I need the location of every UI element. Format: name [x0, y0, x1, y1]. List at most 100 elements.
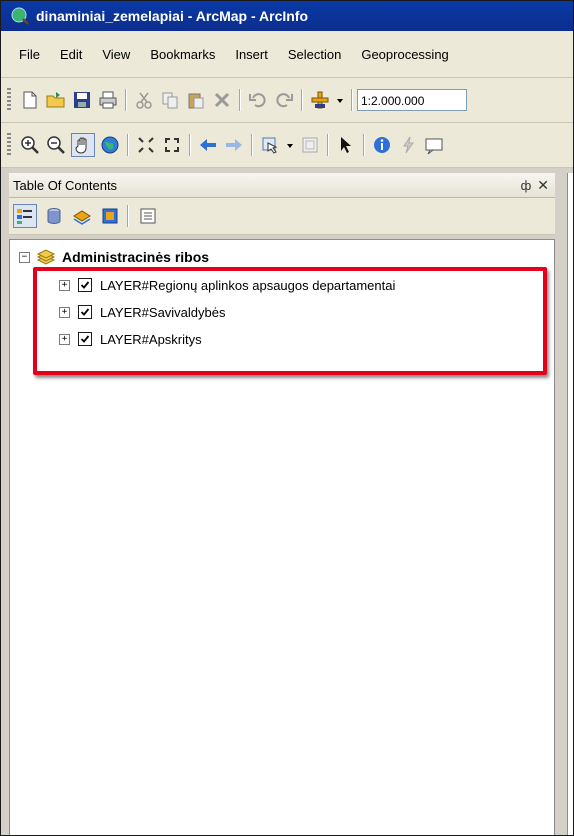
pan-button[interactable]: [71, 133, 95, 157]
popup-icon: [425, 138, 443, 155]
add-data-dropdown[interactable]: [335, 89, 345, 111]
toolbar-grip[interactable]: [7, 133, 11, 157]
lightning-icon: [403, 136, 414, 154]
layers-visibility-icon: [73, 210, 91, 225]
toolbar-separator: [251, 134, 253, 156]
arrow-right-icon: [226, 139, 242, 151]
collapse-toggle[interactable]: −: [19, 251, 30, 263]
title-bar: dinaminiai_zemelapiai - ArcMap - ArcInfo: [1, 1, 573, 31]
list-by-selection-icon: [102, 208, 118, 224]
new-document-button[interactable]: [19, 89, 41, 111]
pointer-arrow-icon: [341, 137, 351, 153]
database-icon: [47, 208, 61, 225]
standard-toolbar: 1:2.000.000: [1, 78, 573, 123]
zoom-out-button[interactable]: [45, 134, 67, 156]
print-button[interactable]: [97, 89, 119, 111]
options-button[interactable]: [137, 205, 159, 227]
list-by-selection-button[interactable]: [99, 205, 121, 227]
new-document-icon: [23, 91, 37, 109]
go-forward-button[interactable]: [223, 134, 245, 156]
window-title: dinaminiai_zemelapiai - ArcMap - ArcInfo: [36, 8, 309, 24]
menu-bookmarks[interactable]: Bookmarks: [140, 47, 225, 62]
fixed-zoom-out-icon: [165, 138, 179, 152]
toolbar-grip[interactable]: [7, 88, 11, 112]
menu-insert[interactable]: Insert: [225, 47, 278, 62]
scissors-icon: [136, 92, 152, 109]
toolbar-separator: [363, 134, 365, 156]
group-layer-row[interactable]: − Administracinės ribos: [19, 247, 209, 267]
paste-clipboard-icon: [188, 93, 204, 109]
fixed-zoom-in-icon: [138, 137, 154, 153]
undo-button[interactable]: [247, 89, 269, 111]
pan-hand-icon: [75, 137, 87, 154]
go-back-button[interactable]: [197, 134, 219, 156]
menu-selection[interactable]: Selection: [278, 47, 351, 62]
copy-button[interactable]: [159, 89, 181, 111]
full-extent-button[interactable]: [99, 134, 121, 156]
chevron-down-icon: [337, 99, 343, 103]
map-display[interactable]: [567, 173, 573, 835]
delete-x-icon: [214, 92, 230, 108]
list-by-drawing-order-icon: [17, 209, 32, 224]
delete-button[interactable]: [211, 89, 233, 111]
toolbar-separator: [125, 89, 127, 111]
info-icon: [374, 137, 390, 153]
save-button[interactable]: [71, 89, 93, 111]
map-scale-input[interactable]: 1:2.000.000: [357, 89, 467, 111]
clear-selection-button[interactable]: [299, 134, 321, 156]
paste-button[interactable]: [185, 89, 207, 111]
toolbar-separator: [189, 134, 191, 156]
list-by-visibility-button[interactable]: [71, 205, 93, 227]
html-popup-button[interactable]: [423, 134, 445, 156]
save-disk-icon: [74, 92, 90, 108]
identify-button[interactable]: [371, 134, 393, 156]
open-button[interactable]: [45, 89, 67, 111]
chevron-down-icon: [287, 144, 293, 148]
toolbar-separator: [127, 134, 129, 156]
hyperlink-button[interactable]: [397, 134, 419, 156]
clear-selection-icon: [302, 137, 318, 153]
list-by-source-button[interactable]: [43, 205, 65, 227]
redo-icon: [276, 93, 293, 108]
printer-icon: [99, 91, 117, 109]
menu-bar: File Edit View Bookmarks Insert Selectio…: [1, 31, 573, 78]
tools-toolbar: [1, 123, 573, 168]
arcmap-globe-icon: [11, 7, 29, 25]
redo-button[interactable]: [273, 89, 295, 111]
toolbar-separator: [327, 134, 329, 156]
select-features-button[interactable]: [259, 134, 281, 156]
zoom-out-icon: [47, 136, 65, 154]
toc-toolbar: [9, 198, 555, 235]
zoom-in-icon: [21, 136, 39, 154]
toolbar-separator: [127, 205, 129, 227]
undo-icon: [249, 93, 266, 108]
group-layer-label: Administracinės ribos: [62, 249, 210, 265]
select-elements-button[interactable]: [335, 134, 357, 156]
toolbar-separator: [239, 89, 241, 111]
list-by-drawing-order-button[interactable]: [13, 204, 37, 228]
open-folder-icon: [46, 92, 65, 108]
select-features-dropdown[interactable]: [285, 134, 295, 156]
fixed-zoom-in-button[interactable]: [135, 134, 157, 156]
toolbar-separator: [301, 89, 303, 111]
group-layer-icon: [36, 249, 56, 265]
arcmap-window: dinaminiai_zemelapiai - ArcMap - ArcInfo…: [0, 0, 574, 836]
pin-icon[interactable]: ф: [521, 178, 532, 193]
globe-icon: [101, 136, 119, 154]
copy-icon: [162, 92, 178, 109]
menu-geoprocessing[interactable]: Geoprocessing: [351, 47, 458, 62]
select-features-icon: [262, 137, 278, 154]
close-icon[interactable]: ✕: [537, 177, 549, 194]
toc-title-bar: Table Of Contents ф ✕: [9, 173, 555, 198]
fixed-zoom-out-button[interactable]: [161, 134, 183, 156]
menu-file[interactable]: File: [1, 47, 50, 62]
add-data-button[interactable]: [309, 89, 331, 111]
highlight-annotation-box: [33, 267, 547, 375]
toc-title: Table Of Contents: [13, 177, 118, 193]
menu-view[interactable]: View: [92, 47, 140, 62]
menu-edit[interactable]: Edit: [50, 47, 92, 62]
add-data-plus-icon: [311, 91, 329, 109]
list-options-icon: [140, 208, 156, 224]
zoom-in-button[interactable]: [19, 134, 41, 156]
cut-button[interactable]: [133, 89, 155, 111]
